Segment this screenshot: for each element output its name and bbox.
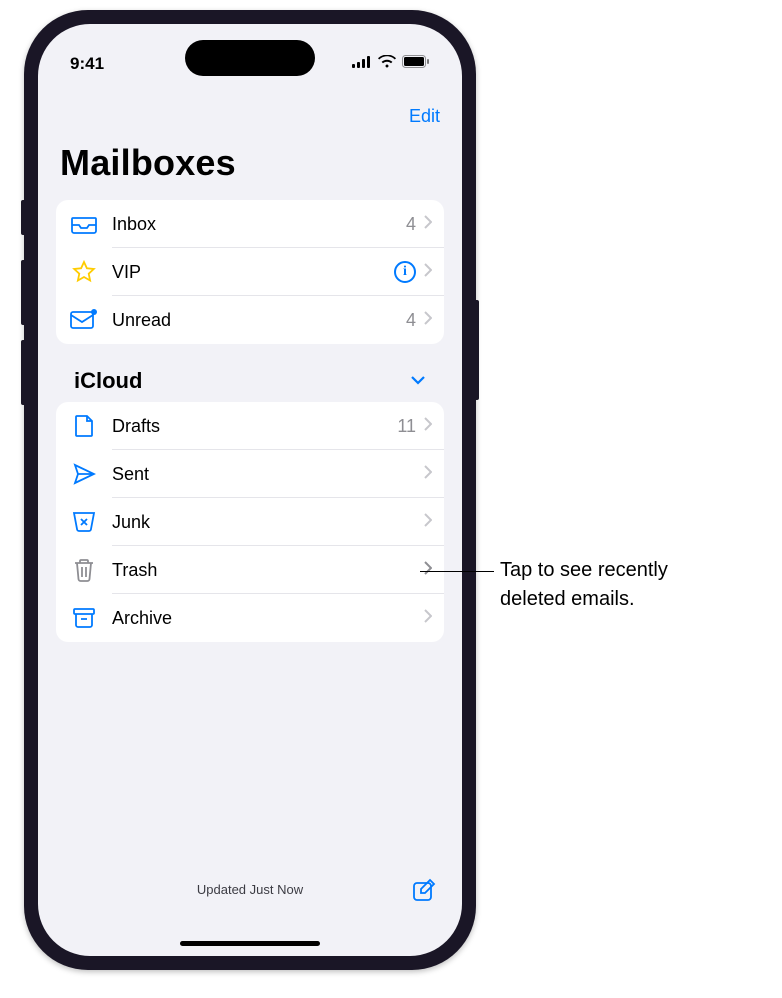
callout-text: Tap to see recently deleted emails. <box>500 556 668 614</box>
phone-screen: 9:41 Edit Mailboxes <box>38 24 462 956</box>
callout-line-1: Tap to see recently <box>500 556 668 585</box>
wifi-icon <box>378 55 396 73</box>
smart-mailboxes-group: Inbox 4 VIP i <box>56 200 444 344</box>
nav-bar: Edit <box>38 94 462 138</box>
compose-button[interactable] <box>410 876 440 906</box>
chevron-right-icon <box>424 417 432 436</box>
row-count: 11 <box>397 416 416 437</box>
mailbox-row-sent[interactable]: Sent <box>56 450 444 498</box>
drafts-icon <box>70 412 98 440</box>
callout-line-2: deleted emails. <box>500 585 668 614</box>
unread-icon <box>70 306 98 334</box>
star-icon <box>70 258 98 286</box>
dynamic-island <box>185 40 315 76</box>
row-label: Inbox <box>112 214 406 235</box>
inbox-icon <box>70 210 98 238</box>
side-button <box>474 300 479 400</box>
callout-leader-line <box>420 571 494 572</box>
mailbox-row-drafts[interactable]: Drafts 11 <box>56 402 444 450</box>
row-label: Junk <box>112 512 424 533</box>
status-time: 9:41 <box>70 54 104 74</box>
chevron-down-icon <box>410 372 426 390</box>
update-status: Updated Just Now <box>197 882 303 897</box>
mailbox-row-vip[interactable]: VIP i <box>56 248 444 296</box>
row-label: Archive <box>112 608 424 629</box>
icloud-mailboxes-group: Drafts 11 Sent <box>56 402 444 642</box>
silent-switch <box>21 200 26 235</box>
row-count: 4 <box>406 214 416 235</box>
info-icon[interactable]: i <box>394 261 416 283</box>
mailbox-row-unread[interactable]: Unread 4 <box>56 296 444 344</box>
account-header-label: iCloud <box>74 368 142 394</box>
chevron-right-icon <box>424 561 432 580</box>
volume-down <box>21 340 26 405</box>
archive-icon <box>70 604 98 632</box>
row-label: Unread <box>112 310 406 331</box>
junk-icon <box>70 508 98 536</box>
chevron-right-icon <box>424 263 432 282</box>
row-count: 4 <box>406 310 416 331</box>
volume-up <box>21 260 26 325</box>
chevron-right-icon <box>424 513 432 532</box>
chevron-right-icon <box>424 311 432 330</box>
row-label: VIP <box>112 262 394 283</box>
cellular-icon <box>352 55 372 73</box>
page-title: Mailboxes <box>60 142 236 184</box>
mailbox-row-archive[interactable]: Archive <box>56 594 444 642</box>
trash-icon <box>70 556 98 584</box>
chevron-right-icon <box>424 215 432 234</box>
mailbox-row-junk[interactable]: Junk <box>56 498 444 546</box>
sent-icon <box>70 460 98 488</box>
chevron-right-icon <box>424 465 432 484</box>
content: Inbox 4 VIP i <box>56 200 444 864</box>
phone-frame: 9:41 Edit Mailboxes <box>24 10 476 970</box>
account-header[interactable]: iCloud <box>56 362 444 402</box>
mailbox-row-trash[interactable]: Trash <box>56 546 444 594</box>
row-label: Drafts <box>112 416 397 437</box>
mailbox-row-inbox[interactable]: Inbox 4 <box>56 200 444 248</box>
row-label: Trash <box>112 560 424 581</box>
row-label: Sent <box>112 464 424 485</box>
chevron-right-icon <box>424 609 432 628</box>
home-indicator <box>180 941 320 946</box>
status-indicators <box>352 55 430 73</box>
edit-button[interactable]: Edit <box>409 106 440 127</box>
battery-icon <box>402 55 430 73</box>
